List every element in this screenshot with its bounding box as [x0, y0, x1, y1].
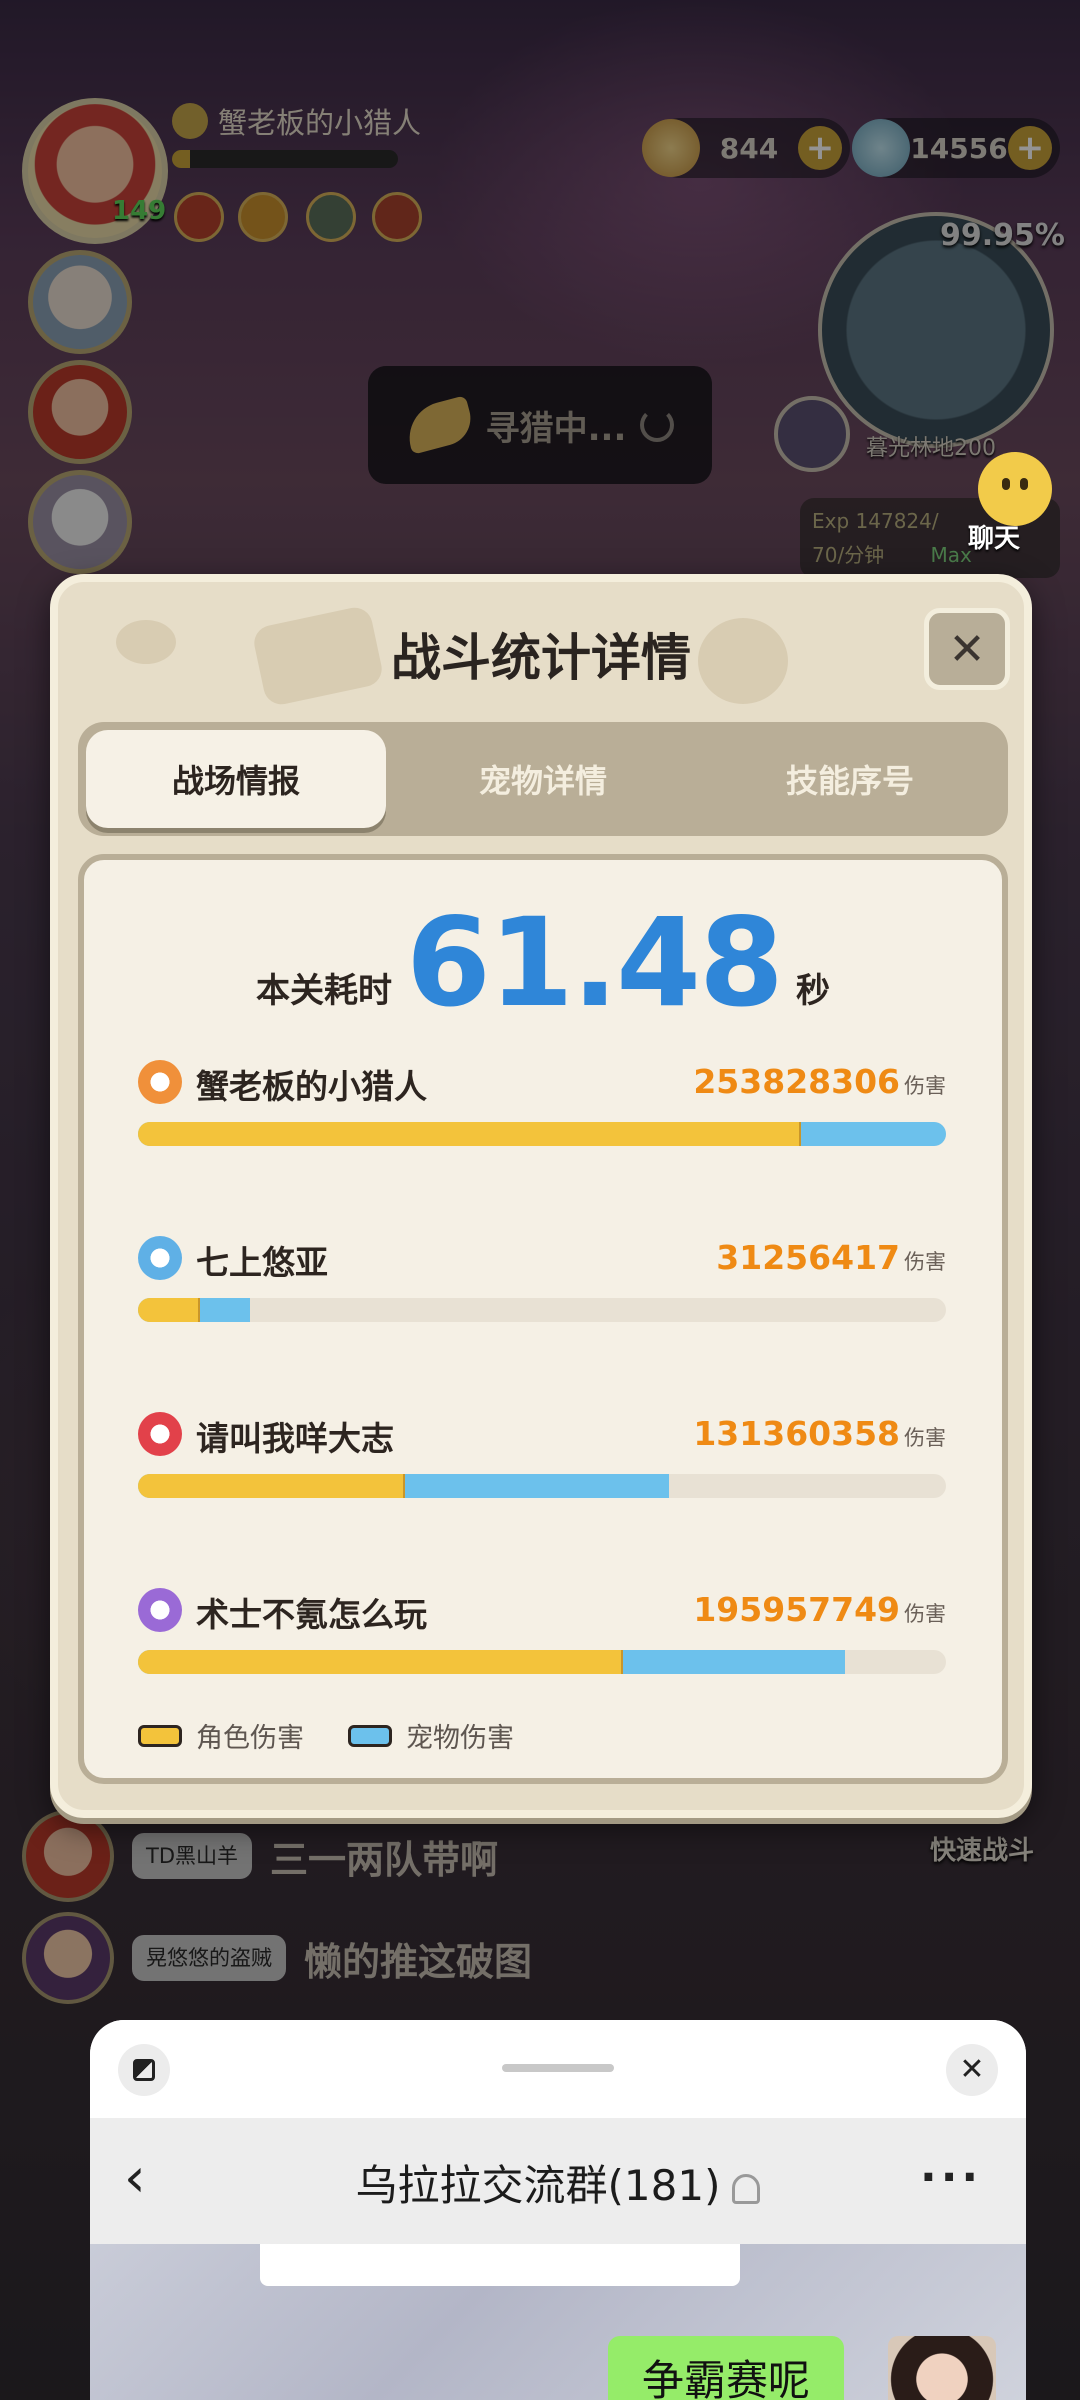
- chat-area[interactable]: 争霸赛呢: [90, 2244, 1026, 2400]
- damage-bar: [138, 1474, 946, 1498]
- previous-message-bubble: [260, 2244, 740, 2286]
- damage-unit: 伤害: [904, 1074, 946, 1098]
- damage-number: 195957749: [693, 1590, 900, 1629]
- class-icon: [138, 1412, 182, 1456]
- damage-number: 253828306: [693, 1062, 900, 1101]
- damage-bar: [138, 1122, 946, 1146]
- player-name: 术士不氪怎么玩: [196, 1595, 427, 1634]
- role-damage-fill: [138, 1122, 801, 1146]
- tab-pet-details[interactable]: 宠物详情: [393, 730, 693, 828]
- my-message-bubble[interactable]: 争霸赛呢: [608, 2336, 845, 2400]
- time-row: 本关耗时 61.48 秒: [84, 902, 1002, 1024]
- chat-face-icon: [978, 452, 1052, 526]
- damage-value: 131360358 伤害: [693, 1414, 946, 1453]
- stats-card: 本关耗时 61.48 秒 蟹老板的小猎人 253828306 伤害 七上悠亚 31…: [78, 854, 1008, 1784]
- bell-off-icon: [732, 2173, 761, 2204]
- time-unit: 秒: [795, 971, 830, 1011]
- time-value: 61.48: [406, 892, 784, 1034]
- sheet-header: ✕: [90, 2020, 1026, 2118]
- player-name: 七上悠亚: [196, 1243, 328, 1282]
- player-name: 请叫我咩大志: [196, 1419, 394, 1458]
- my-avatar[interactable]: [888, 2336, 996, 2400]
- minimize-icon: [133, 2059, 155, 2081]
- modal-title: 战斗统计详情: [391, 629, 691, 687]
- damage-number: 31256417: [716, 1238, 900, 1277]
- damage-value: 253828306 伤害: [693, 1062, 946, 1101]
- battle-stats-modal: 战斗统计详情 ✕ 战场情报 宠物详情 技能序号 本关耗时 61.48 秒 蟹老板…: [50, 574, 1032, 1818]
- close-icon: ✕: [959, 2052, 985, 2087]
- legend-pet-label: 宠物伤害: [406, 1723, 514, 1754]
- player-damage-row: 术士不氪怎么玩 195957749 伤害: [138, 1584, 946, 1704]
- damage-value: 31256417 伤害: [716, 1238, 946, 1277]
- role-damage-fill: [138, 1298, 201, 1322]
- group-title: 乌拉拉交流群(181): [355, 2161, 721, 2210]
- damage-value: 195957749 伤害: [693, 1590, 946, 1629]
- legend-role-label: 角色伤害: [196, 1723, 304, 1754]
- more-button[interactable]: ···: [920, 2152, 982, 2203]
- damage-unit: 伤害: [904, 1426, 946, 1450]
- damage-number: 131360358: [693, 1414, 900, 1453]
- chat-button-label: 聊天: [968, 524, 1021, 554]
- group-title-wrap: 乌拉拉交流群(181): [90, 2152, 1026, 2213]
- role-damage-fill: [138, 1650, 623, 1674]
- close-button[interactable]: ✕: [924, 608, 1010, 690]
- drag-handle[interactable]: [502, 2064, 614, 2072]
- class-icon: [138, 1236, 182, 1280]
- player-name: 蟹老板的小猎人: [196, 1067, 427, 1106]
- time-label: 本关耗时: [256, 971, 393, 1011]
- minimize-button[interactable]: [118, 2044, 170, 2096]
- tab-battlefield-info[interactable]: 战场情报: [86, 730, 386, 828]
- player-damage-row: 七上悠亚 31256417 伤害: [138, 1232, 946, 1352]
- damage-unit: 伤害: [904, 1602, 946, 1626]
- role-damage-fill: [138, 1474, 405, 1498]
- sheet-close-button[interactable]: ✕: [946, 2044, 998, 2096]
- tab-bar: 战场情报 宠物详情 技能序号: [78, 722, 1008, 836]
- wechat-floating-sheet: ✕ ‹ 乌拉拉交流群(181) ··· 争霸赛呢: [90, 2020, 1026, 2400]
- close-icon: ✕: [948, 623, 986, 675]
- tab-skill-order[interactable]: 技能序号: [700, 730, 1000, 828]
- pet-damage-swatch: [348, 1724, 392, 1747]
- damage-legend: 角色伤害 宠物伤害: [138, 1716, 514, 1755]
- class-icon: [138, 1588, 182, 1632]
- chat-button[interactable]: 聊天: [948, 452, 1058, 554]
- damage-bar: [138, 1298, 946, 1322]
- role-damage-swatch: [138, 1724, 182, 1747]
- class-icon: [138, 1060, 182, 1104]
- player-damage-row: 请叫我咩大志 131360358 伤害: [138, 1408, 946, 1528]
- damage-bar: [138, 1650, 946, 1674]
- chat-nav-bar: ‹ 乌拉拉交流群(181) ···: [90, 2118, 1026, 2244]
- more-dots-icon: ···: [920, 2152, 983, 2203]
- player-damage-row: 蟹老板的小猎人 253828306 伤害: [138, 1056, 946, 1176]
- damage-unit: 伤害: [904, 1250, 946, 1274]
